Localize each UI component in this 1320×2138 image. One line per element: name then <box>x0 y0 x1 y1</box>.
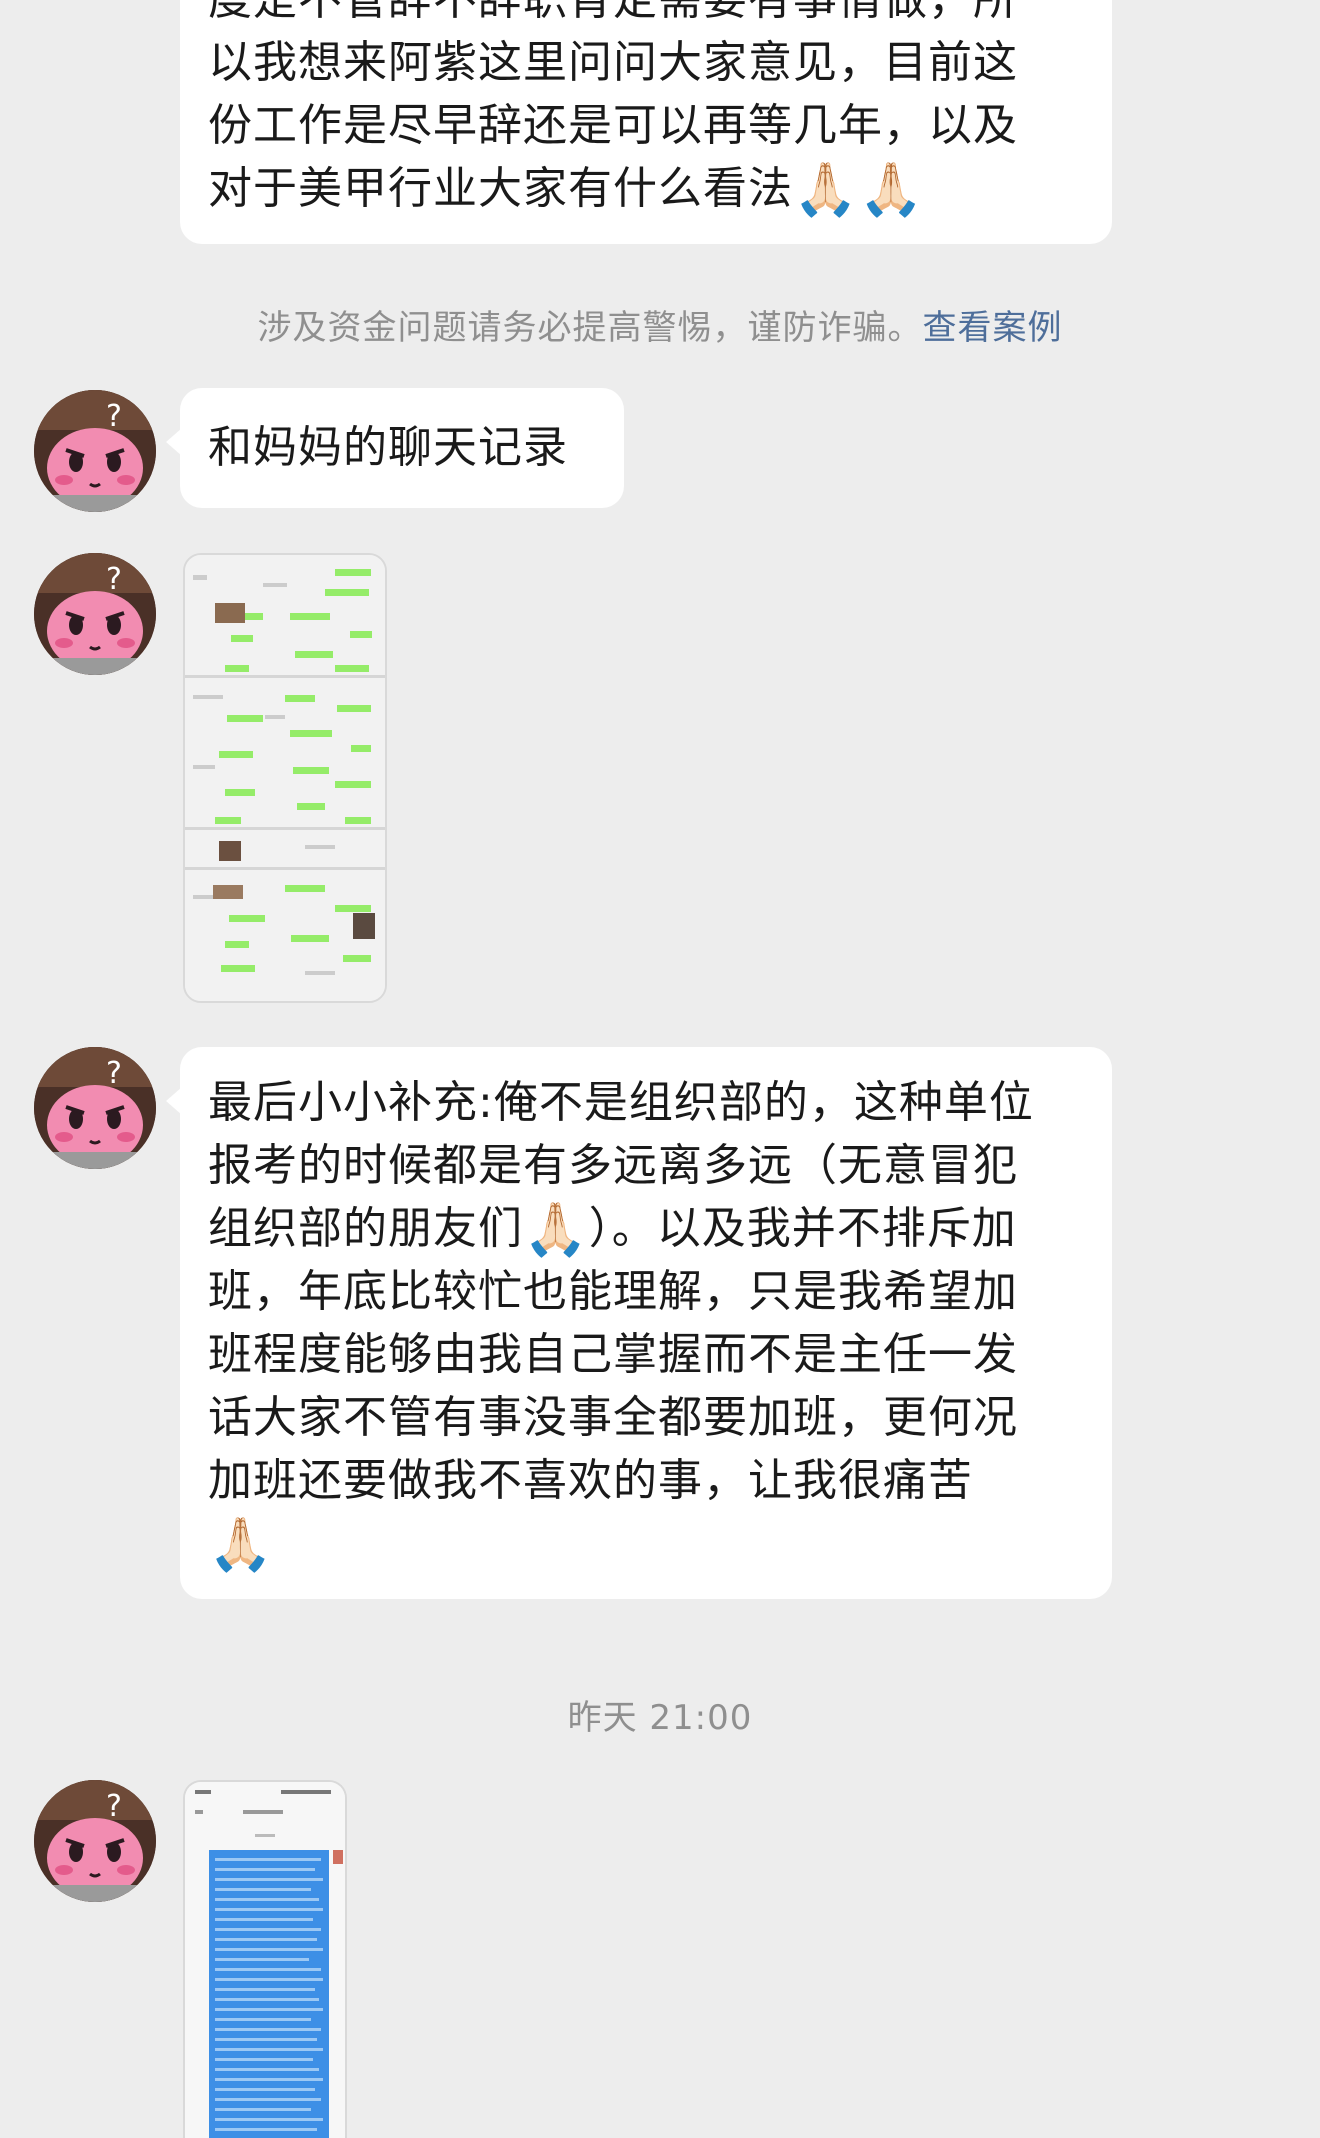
kirby-avatar-icon: ? <box>34 390 156 512</box>
message-bubble-mom-chat[interactable]: 和妈妈的聊天记录 <box>166 388 624 508</box>
svg-text:?: ? <box>106 1789 122 1824</box>
chat-thread[interactable]: 度是不管辞不辞职肯定需要有事情做，所 以我想来阿紫这里问问大家意见，目前这 份工… <box>0 0 1320 2138</box>
message-line: 最后小小补充:俺不是组织部的，这种单位 <box>208 1077 1034 1128</box>
message-line: 组织部的朋友们🙏🏻）。以及我并不排斥加 <box>208 1197 1084 1260</box>
avatar[interactable]: ? <box>34 553 156 675</box>
praying-hands-emoji: 🙏🏻 <box>523 1200 589 1260</box>
svg-text:?: ? <box>106 399 122 434</box>
view-cases-link[interactable]: 查看案例 <box>923 308 1063 348</box>
message-bubble-question[interactable]: 度是不管辞不辞职肯定需要有事情做，所 以我想来阿紫这里问问大家意见，目前这 份工… <box>180 0 1112 244</box>
message-text: 和妈妈的聊天记录 <box>208 422 568 473</box>
message-line: 报考的时候都是有多远离多远（无意冒犯 <box>208 1140 1018 1191</box>
message-line-text: 组织部的朋友们 <box>208 1203 523 1254</box>
note-screenshot-image-icon <box>185 1782 345 2138</box>
kirby-avatar-icon: ? <box>34 1780 156 1902</box>
message-line: 班程度能够由我自己掌握而不是主任一发 <box>208 1329 1018 1380</box>
fraud-warning-notice: 涉及资金问题请务必提高警惕，谨防诈骗。查看案例 <box>0 300 1320 349</box>
chat-screenshot-image-icon <box>185 555 385 1001</box>
chat-screenshot-thumbnail[interactable] <box>183 553 387 1003</box>
kirby-avatar-icon: ? <box>34 553 156 675</box>
message-bubble-supplement[interactable]: 最后小小补充:俺不是组织部的，这种单位 报考的时候都是有多远离多远（无意冒犯 组… <box>166 1047 1112 1599</box>
message-line: 份工作是尽早辞还是可以再等几年，以及 <box>208 100 1018 151</box>
praying-hands-emoji: 🙏🏻 <box>208 1515 274 1575</box>
note-screenshot-thumbnail[interactable] <box>183 1780 347 2138</box>
kirby-avatar-icon: ? <box>34 1047 156 1169</box>
message-line: 度是不管辞不辞职肯定需要有事情做，所 <box>208 0 1084 31</box>
message-line: 班，年底比较忙也能理解，只是我希望加 <box>208 1266 1018 1317</box>
avatar[interactable]: ? <box>34 1047 156 1169</box>
message-timestamp: 昨天 21:00 <box>567 1698 753 1738</box>
message-line-text: ）。以及我并不排斥加 <box>588 1203 1017 1254</box>
svg-text:?: ? <box>106 1056 122 1091</box>
message-line: 加班还要做我不喜欢的事，让我很痛苦 <box>208 1455 973 1506</box>
message-line: 以我想来阿紫这里问问大家意见，目前这 <box>208 37 1018 88</box>
message-line: 🙏🏻 <box>208 1512 1084 1575</box>
svg-text:?: ? <box>106 562 122 597</box>
avatar[interactable]: ? <box>34 390 156 512</box>
fraud-warning-text: 涉及资金问题请务必提高警惕，谨防诈骗。 <box>257 308 923 348</box>
message-line-text: 对于美甲行业大家有什么看法 <box>208 163 793 214</box>
message-line: 对于美甲行业大家有什么看法🙏🏻🙏🏻 <box>208 157 1084 220</box>
message-line: 话大家不管有事没事全都要加班，更何况 <box>208 1392 1018 1443</box>
avatar[interactable]: ? <box>34 1780 156 1902</box>
praying-hands-emoji: 🙏🏻🙏🏻 <box>793 160 925 220</box>
